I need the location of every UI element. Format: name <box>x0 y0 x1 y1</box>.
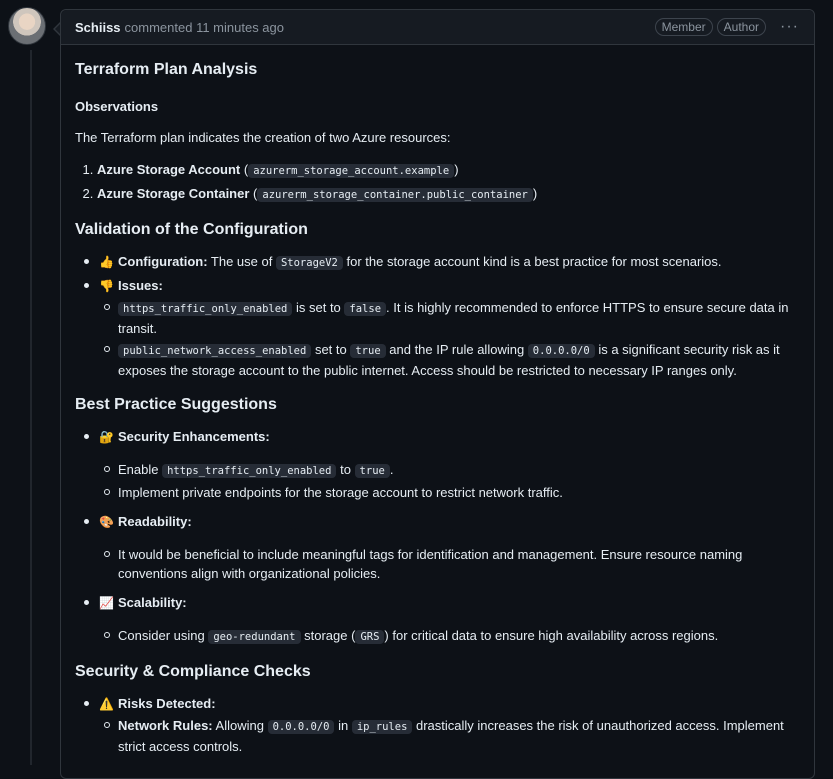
list-item: 🔐 Security Enhancements: Enable https_tra… <box>84 427 800 502</box>
risks-sublist: Network Rules: Allowing 0.0.0.0/0 in ip_… <box>99 716 800 756</box>
inline-code: true <box>354 464 390 478</box>
resource-list: Azure Storage Account (azurerm_storage_a… <box>75 160 800 205</box>
inline-code: https_traffic_only_enabled <box>118 302 293 316</box>
thumbs-down-icon: 👎 <box>99 279 114 293</box>
kebab-menu-icon[interactable]: ··· <box>780 18 799 36</box>
inline-code: geo-redundant <box>208 630 301 644</box>
inline-code: azurerm_storage_account.example <box>248 164 455 178</box>
inline-code: GRS <box>355 630 385 644</box>
member-badge: Member <box>654 18 713 36</box>
inline-code: false <box>344 302 387 316</box>
inline-code: true <box>350 344 386 358</box>
author-badge: Author <box>716 18 767 36</box>
list-item: Azure Storage Container (azurerm_storage… <box>97 184 800 205</box>
list-item: Network Rules: Allowing 0.0.0.0/0 in ip_… <box>104 716 800 756</box>
validation-heading: Validation of the Configuration <box>75 221 308 238</box>
list-item: 👍 Configuration: The use of StorageV2 for… <box>84 252 800 273</box>
security-sublist: Enable https_traffic_only_enabled to tru… <box>99 460 800 502</box>
list-item: https_traffic_only_enabled is set to fal… <box>104 298 800 338</box>
avatar[interactable] <box>8 7 46 45</box>
lock-icon: 🔐 <box>99 430 114 444</box>
chart-increasing-icon: 📈 <box>99 596 114 610</box>
risks-list: ⚠️ Risks Detected: Network Rules: Allowin… <box>75 694 800 756</box>
list-item: Azure Storage Account (azurerm_storage_a… <box>97 160 800 181</box>
inline-code: 0.0.0.0/0 <box>267 720 335 734</box>
timeline-line <box>30 50 32 765</box>
security-compliance-heading: Security & Compliance Checks <box>75 663 311 680</box>
inline-code: StorageV2 <box>275 256 343 270</box>
list-item: 📈 Scalability: Consider using geo-redunda… <box>84 593 800 647</box>
inline-code: 0.0.0.0/0 <box>527 344 595 358</box>
page-title: Terraform Plan Analysis <box>75 61 258 78</box>
header-actions: Member Author ··· <box>654 18 799 36</box>
list-item: Implement private endpoints for the stor… <box>104 483 800 502</box>
list-item: Enable https_traffic_only_enabled to tru… <box>104 460 800 481</box>
issues-sublist: https_traffic_only_enabled is set to fal… <box>99 298 800 380</box>
best-practice-list: 🔐 Security Enhancements: Enable https_tra… <box>75 427 800 647</box>
comment-body: Terraform Plan Analysis Observations The… <box>61 45 814 756</box>
comment-card: Schiiss commented 11 minutes ago Member … <box>60 9 815 779</box>
validation-list: 👍 Configuration: The use of StorageV2 for… <box>75 252 800 380</box>
thumbs-up-icon: 👍 <box>99 255 114 269</box>
palette-icon: 🎨 <box>99 515 114 529</box>
author-link[interactable]: Schiiss <box>75 20 121 35</box>
observations-heading: Observations <box>75 99 159 114</box>
observations-intro: The Terraform plan indicates the creatio… <box>75 130 451 145</box>
comment-header: Schiiss commented 11 minutes ago Member … <box>61 10 814 45</box>
list-item: ⚠️ Risks Detected: Network Rules: Allowin… <box>84 694 800 756</box>
inline-code: public_network_access_enabled <box>118 344 312 358</box>
inline-code: azurerm_storage_container.public_contain… <box>257 188 533 202</box>
readability-sublist: It would be beneficial to include meanin… <box>99 545 800 583</box>
list-item: public_network_access_enabled set to tru… <box>104 340 800 380</box>
scalability-sublist: Consider using geo-redundant storage (GR… <box>99 626 800 647</box>
list-item: 🎨 Readability: It would be beneficial to … <box>84 512 800 583</box>
best-practice-heading: Best Practice Suggestions <box>75 396 277 413</box>
inline-code: https_traffic_only_enabled <box>162 464 337 478</box>
warning-icon: ⚠️ <box>99 697 114 711</box>
comment-timestamp[interactable]: commented 11 minutes ago <box>125 20 284 35</box>
list-item: It would be beneficial to include meanin… <box>104 545 800 583</box>
list-item: 👎 Issues: https_traffic_only_enabled is s… <box>84 276 800 380</box>
list-item: Consider using geo-redundant storage (GR… <box>104 626 800 647</box>
inline-code: ip_rules <box>351 720 413 734</box>
